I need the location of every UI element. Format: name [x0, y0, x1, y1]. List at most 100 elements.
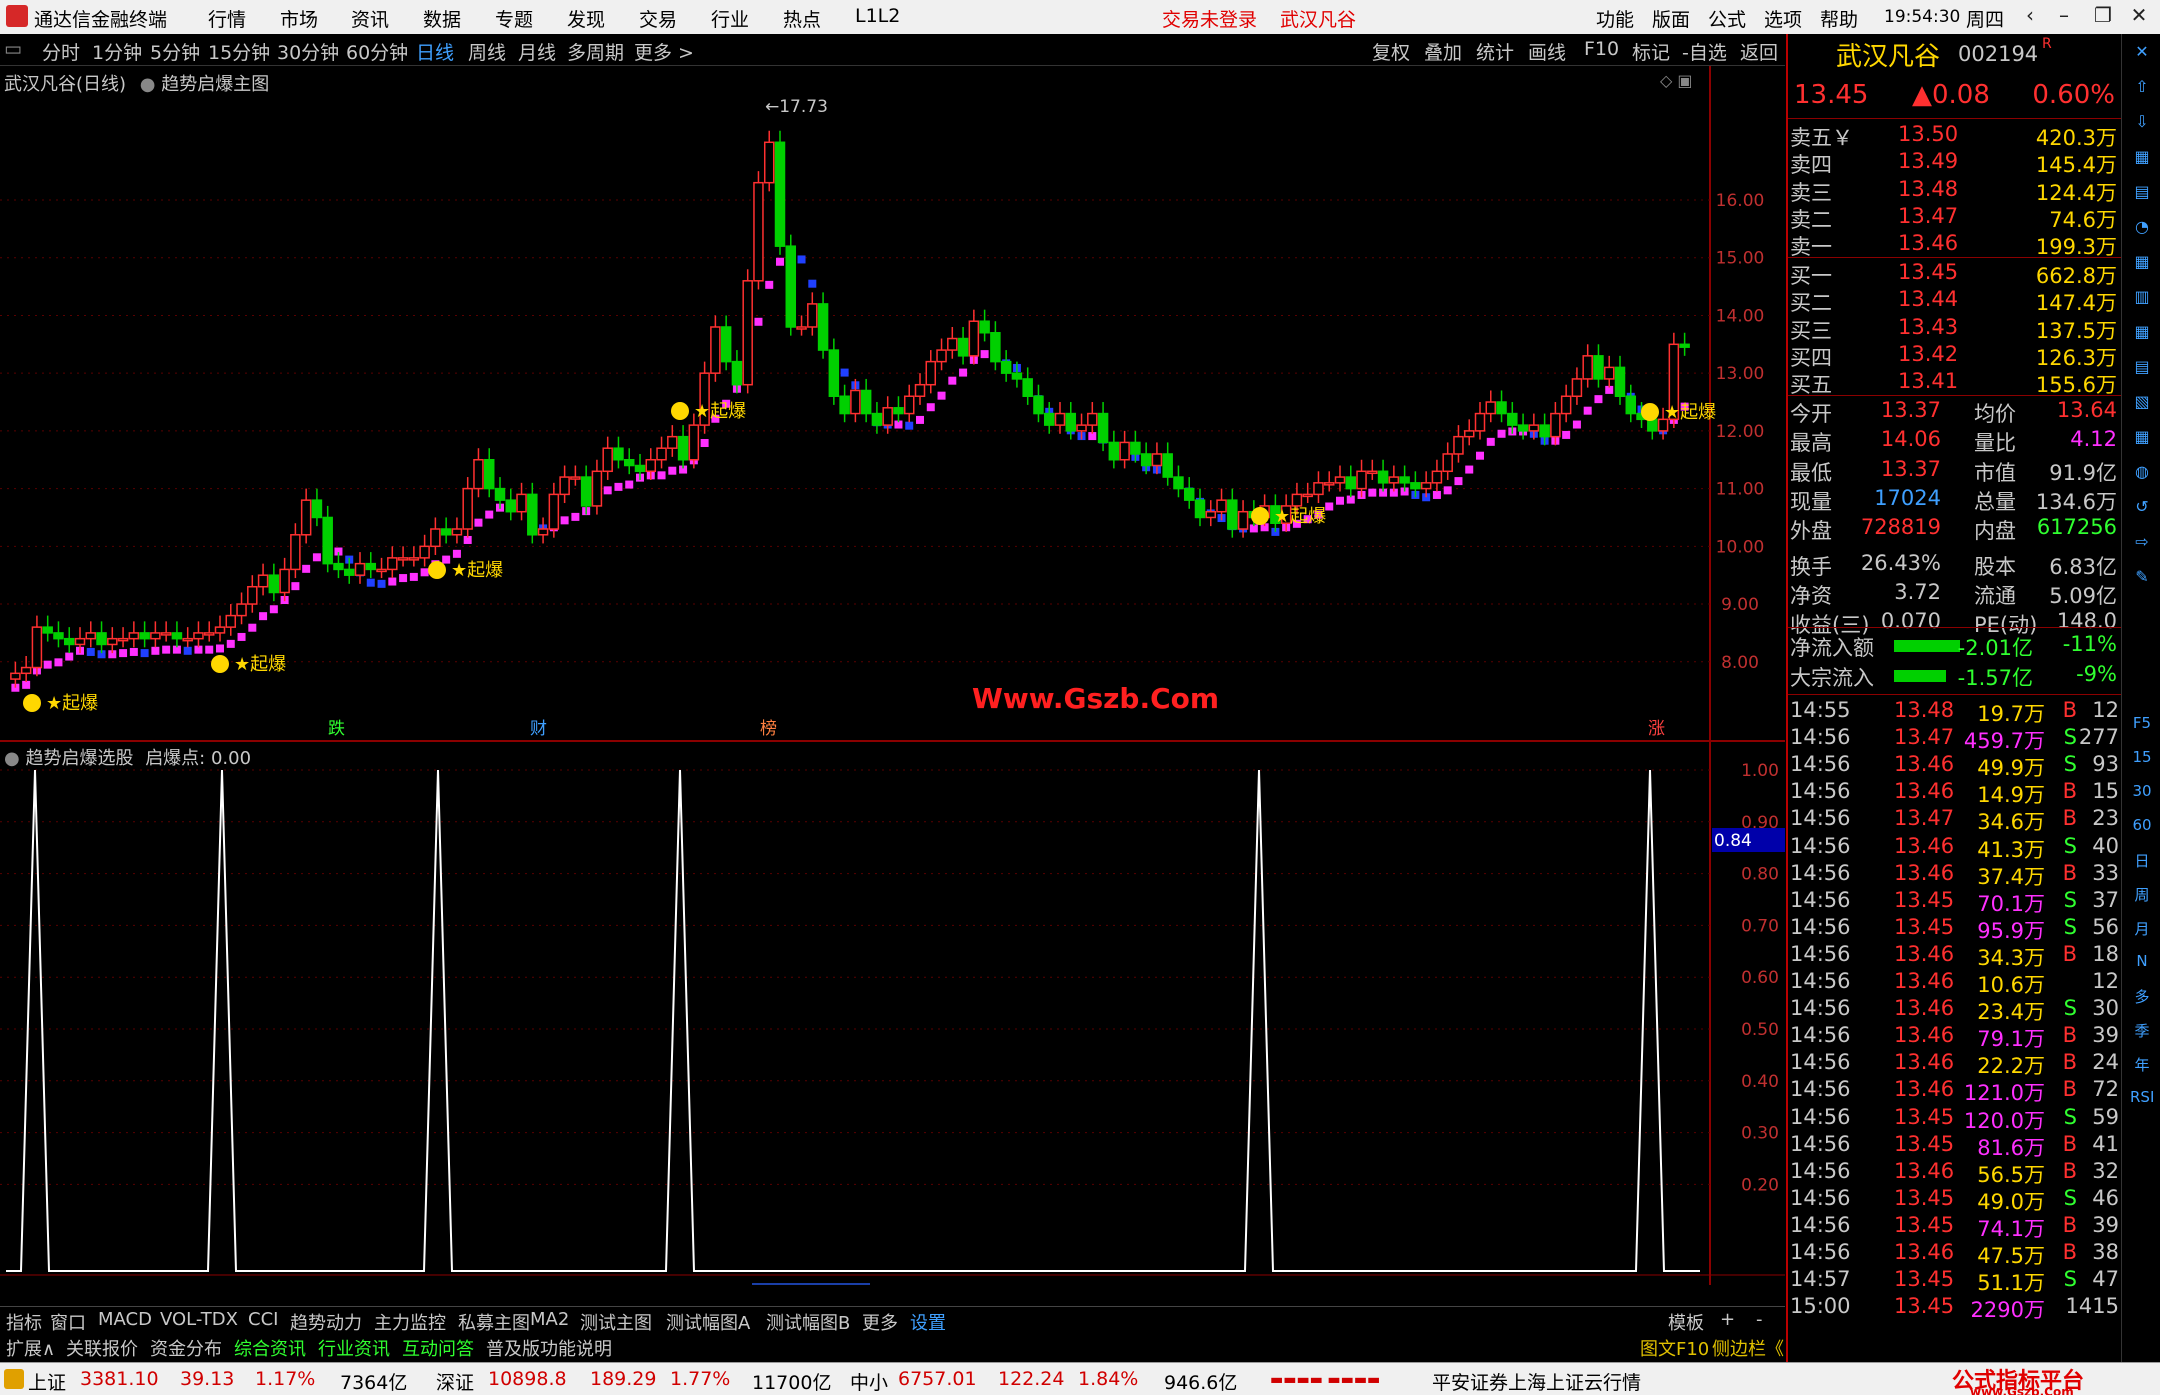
restore-icon[interactable]: ❐ — [2088, 3, 2118, 31]
side-tool-icon[interactable]: ▦ — [2130, 147, 2154, 171]
side-tool-icon[interactable]: ⇩ — [2130, 112, 2154, 136]
collapse-icon[interactable]: ▭ — [4, 38, 22, 60]
extension-tab[interactable]: 扩展∧ — [6, 1335, 55, 1361]
indicator-tab[interactable]: - — [1756, 1309, 1763, 1330]
minimize-icon[interactable]: – — [2049, 3, 2079, 31]
side-tool-icon[interactable]: ◔ — [2130, 217, 2154, 241]
event-marker[interactable]: 榜 — [760, 719, 777, 739]
side-period-button[interactable]: 15 — [2130, 748, 2154, 772]
period-tab[interactable]: 30分钟 — [277, 38, 339, 65]
side-period-button[interactable]: N — [2130, 952, 2154, 976]
extension-tab[interactable]: 资金分布 — [150, 1335, 222, 1361]
extension-tab[interactable]: 关联报价 — [66, 1335, 138, 1361]
menu-item[interactable]: 功能 — [1596, 5, 1634, 32]
indicator-tab[interactable]: MACD — [98, 1309, 152, 1330]
side-tool-icon[interactable]: ▤ — [2130, 182, 2154, 206]
side-period-button[interactable]: 60 — [2130, 816, 2154, 840]
back-icon[interactable]: ‹ — [2015, 3, 2045, 31]
side-tool-icon[interactable]: ▥ — [2130, 287, 2154, 311]
toolbar-button[interactable]: 统计 — [1476, 38, 1514, 65]
menu-item[interactable]: 数据 — [423, 5, 461, 32]
menu-item[interactable]: 热点 — [783, 5, 821, 32]
indicator-tab[interactable]: CCI — [248, 1309, 278, 1330]
toolbar-button[interactable]: 标记 — [1632, 38, 1670, 65]
tick-volume: 14.9万 — [1977, 783, 2045, 808]
extension-tab[interactable]: 综合资讯 — [234, 1335, 306, 1361]
indicator-chart[interactable]: 1.000.900.800.700.600.500.400.300.200.84… — [0, 740, 1785, 1285]
menu-item[interactable]: 交易 — [639, 5, 677, 32]
sh-label[interactable]: 上证 — [28, 1368, 66, 1395]
menu-item[interactable]: L1L2 — [855, 5, 900, 27]
side-period-button[interactable]: 多 — [2130, 986, 2154, 1010]
period-tab[interactable]: 5分钟 — [150, 38, 200, 65]
side-period-button[interactable]: 30 — [2130, 782, 2154, 806]
kline-chart[interactable]: 16.00 15.00 14.00 13.00 12.00 11.00 10.00 9.00 8… — [0, 66, 1785, 746]
side-tool-icon[interactable]: ▦ — [2130, 322, 2154, 346]
side-tool-icon[interactable]: ⇧ — [2130, 77, 2154, 101]
side-tool-icon[interactable]: ◍ — [2130, 462, 2154, 486]
side-tool-icon[interactable]: ✕ — [2130, 42, 2154, 66]
chart-options-icon[interactable]: ◇ ▣ — [1660, 71, 1693, 90]
menu-item[interactable]: 发现 — [567, 5, 605, 32]
menu-item[interactable]: 公式 — [1708, 5, 1746, 32]
period-tab[interactable]: 多周期 — [567, 38, 624, 65]
side-tool-icon[interactable]: ⇨ — [2130, 532, 2154, 556]
period-tab[interactable]: 分时 — [42, 38, 80, 65]
side-period-button[interactable]: 季 — [2130, 1020, 2154, 1044]
indicator-tab[interactable]: VOL-TDX — [160, 1309, 238, 1330]
indicator-dot-icon[interactable]: ● — [4, 748, 20, 769]
period-tab-active[interactable]: 日线 — [416, 38, 454, 65]
side-tab[interactable]: 图文F10 — [1640, 1335, 1709, 1361]
menu-item[interactable]: 市场 — [280, 5, 318, 32]
period-tab[interactable]: 月线 — [518, 38, 556, 65]
menu-item[interactable]: 资讯 — [351, 5, 389, 32]
extension-tab[interactable]: 普及版功能说明 — [486, 1335, 612, 1361]
side-period-button[interactable]: 年 — [2130, 1054, 2154, 1078]
side-tool-icon[interactable]: ✎ — [2130, 567, 2154, 591]
menu-item[interactable]: 行情 — [208, 5, 246, 32]
side-period-button[interactable]: 月 — [2130, 918, 2154, 942]
toolbar-button[interactable]: 返回 — [1740, 38, 1778, 65]
extension-tab[interactable]: 行业资讯 — [318, 1335, 390, 1361]
side-period-button[interactable]: RSI — [2130, 1088, 2154, 1112]
indicator-name[interactable]: 趋势启爆选股 — [25, 748, 133, 769]
period-tab[interactable]: 更多 > — [634, 38, 694, 65]
event-marker[interactable]: 涨 — [1648, 719, 1665, 739]
zx-label[interactable]: 中小 — [850, 1368, 888, 1395]
indicator-tab[interactable]: + — [1720, 1309, 1735, 1330]
side-tool-icon[interactable]: ▤ — [2130, 357, 2154, 381]
period-tab[interactable]: 1分钟 — [92, 38, 142, 65]
market-icon[interactable] — [4, 1369, 24, 1389]
toolbar-button[interactable]: 复权 — [1372, 38, 1410, 65]
period-tab[interactable]: 15分钟 — [208, 38, 270, 65]
menu-item[interactable]: 选项 — [1764, 5, 1802, 32]
menu-item[interactable]: 行业 — [711, 5, 749, 32]
period-tab[interactable]: 60分钟 — [346, 38, 408, 65]
toolbar-button[interactable]: 叠加 — [1424, 38, 1462, 65]
side-tool-icon[interactable]: ↺ — [2130, 497, 2154, 521]
candle-down — [343, 568, 355, 576]
side-tool-icon[interactable]: ▦ — [2130, 427, 2154, 451]
indicator-dot-icon[interactable]: ● — [140, 74, 156, 95]
menu-item[interactable]: 帮助 — [1820, 5, 1858, 32]
menu-item[interactable]: 版面 — [1652, 5, 1690, 32]
side-period-button[interactable]: 日 — [2130, 850, 2154, 874]
toolbar-button[interactable]: F10 — [1584, 38, 1619, 60]
toolbar-button[interactable]: -自选 — [1682, 38, 1727, 65]
sz-label[interactable]: 深证 — [436, 1368, 474, 1395]
side-tab[interactable]: 侧边栏《 — [1712, 1335, 1784, 1361]
extension-tab[interactable]: 互动问答 — [402, 1335, 474, 1361]
side-tool-icon[interactable]: ▦ — [2130, 252, 2154, 276]
period-tab[interactable]: 周线 — [468, 38, 506, 65]
event-marker[interactable]: 财 — [530, 719, 547, 739]
close-icon[interactable]: ✕ — [2124, 3, 2154, 31]
login-status[interactable]: 交易未登录 — [1162, 5, 1257, 32]
side-period-button[interactable]: 周 — [2130, 884, 2154, 908]
side-period-button[interactable]: F5 — [2130, 714, 2154, 738]
indicator-tab[interactable]: MA2 — [530, 1309, 569, 1330]
side-tool-icon[interactable]: ▧ — [2130, 392, 2154, 416]
main-indicator-name[interactable]: 趋势启爆主图 — [161, 74, 269, 95]
event-marker[interactable]: 跌 — [328, 719, 345, 739]
menu-item[interactable]: 专题 — [495, 5, 533, 32]
toolbar-button[interactable]: 画线 — [1528, 38, 1566, 65]
